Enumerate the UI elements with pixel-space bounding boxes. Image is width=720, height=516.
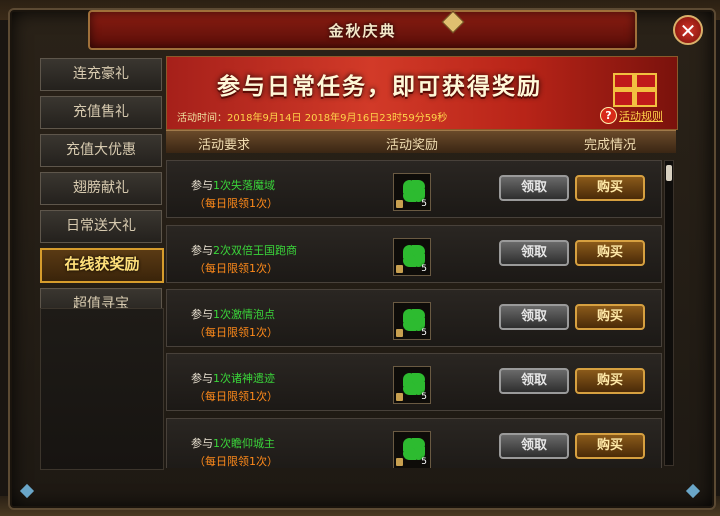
- header-requirement: 活动要求: [198, 138, 251, 153]
- lock-icon: [396, 329, 403, 337]
- table-row: 参与1次激情泡点 （每日限领1次） 5 领取 购买: [166, 289, 662, 347]
- sidebar-item-wing-gift[interactable]: 翅膀献礼: [40, 172, 162, 205]
- buy-button[interactable]: 购买: [575, 175, 645, 201]
- sidebar-item-recharge-sale[interactable]: 充值售礼: [40, 96, 162, 129]
- claim-button[interactable]: 领取: [499, 433, 569, 459]
- window-title: 金秋庆典: [328, 22, 397, 40]
- event-time-value: 2018年9月14日 2018年9月16日23时59分59秒: [227, 113, 448, 124]
- task-list-scrollbar[interactable]: [664, 160, 674, 466]
- lock-icon: [396, 200, 403, 208]
- reward-item-slot[interactable]: 5: [393, 173, 431, 211]
- close-icon: ✕: [679, 19, 697, 43]
- window-title-bar: 金秋庆典: [88, 10, 637, 50]
- task-limit: （每日限领1次）: [194, 197, 278, 210]
- sidebar-item-recharge-discount[interactable]: 充值大优惠: [40, 134, 162, 167]
- table-row: 参与2次双倍王国跑商 （每日限领1次） 5 领取 购买: [166, 225, 662, 283]
- task-name: 1次诸神遗迹: [213, 372, 275, 385]
- task-list: 参与1次失落魔域 （每日限领1次） 5 领取 购买 参与2次双倍王国跑商 （每日…: [166, 156, 662, 468]
- task-limit: （每日限领1次）: [194, 455, 278, 468]
- table-row: 参与1次诸神遗迹 （每日限领1次） 5 领取 购买: [166, 353, 662, 411]
- task-limit: （每日限领1次）: [194, 262, 278, 275]
- sidebar-item-online-reward[interactable]: 在线获奖励: [40, 248, 164, 283]
- reward-count: 5: [421, 199, 427, 209]
- task-limit: （每日限领1次）: [194, 326, 278, 339]
- buy-button[interactable]: 购买: [575, 368, 645, 394]
- task-prefix: 参与: [191, 308, 213, 321]
- lock-icon: [396, 265, 403, 273]
- sidebar-item-recharge-gift[interactable]: 连充豪礼: [40, 58, 162, 91]
- reward-count: 5: [421, 457, 427, 467]
- gift-box-icon: [613, 73, 657, 107]
- claim-button[interactable]: 领取: [499, 368, 569, 394]
- sidebar: 连充豪礼 充值售礼 充值大优惠 翅膀献礼 日常送大礼 在线获奖励 超值寻宝: [40, 58, 164, 326]
- banner-headline: 参与日常任务，即可获得奖励: [217, 74, 542, 100]
- table-header: 活动要求 活动奖励 完成情况: [166, 130, 676, 153]
- help-icon[interactable]: ?: [600, 107, 617, 124]
- table-row: 参与1次瞻仰城主 （每日限领1次） 5 领取 购买: [166, 418, 662, 468]
- claim-button[interactable]: 领取: [499, 304, 569, 330]
- buy-button[interactable]: 购买: [575, 433, 645, 459]
- task-description: 参与1次激情泡点: [191, 306, 275, 322]
- task-name: 1次激情泡点: [213, 308, 275, 321]
- task-limit: （每日限领1次）: [194, 390, 278, 403]
- sidebar-item-daily-gift[interactable]: 日常送大礼: [40, 210, 162, 243]
- buy-button[interactable]: 购买: [575, 240, 645, 266]
- buy-button[interactable]: 购买: [575, 304, 645, 330]
- lock-icon: [396, 393, 403, 401]
- reward-item-slot[interactable]: 5: [393, 302, 431, 340]
- task-prefix: 参与: [191, 179, 213, 192]
- task-name: 2次双倍王国跑商: [213, 244, 297, 257]
- task-description: 参与2次双倍王国跑商: [191, 242, 297, 258]
- sidebar-empty-panel: [40, 308, 164, 470]
- task-name: 1次失落魔域: [213, 179, 275, 192]
- task-prefix: 参与: [191, 244, 213, 257]
- header-status: 完成情况: [584, 138, 637, 153]
- scrollbar-thumb[interactable]: [666, 165, 672, 181]
- task-prefix: 参与: [191, 437, 213, 450]
- claim-button[interactable]: 领取: [499, 240, 569, 266]
- task-description: 参与1次瞻仰城主: [191, 435, 275, 451]
- reward-count: 5: [421, 328, 427, 338]
- header-reward: 活动奖励: [386, 138, 439, 153]
- claim-button[interactable]: 领取: [499, 175, 569, 201]
- reward-item-slot[interactable]: 5: [393, 431, 431, 468]
- task-description: 参与1次诸神遗迹: [191, 370, 275, 386]
- task-name: 1次瞻仰城主: [213, 437, 275, 450]
- reward-item-slot[interactable]: 5: [393, 366, 431, 404]
- reward-count: 5: [421, 392, 427, 402]
- event-rules-link[interactable]: 活动规则: [619, 108, 663, 124]
- event-time-label: 活动时间：: [177, 113, 227, 124]
- task-description: 参与1次失落魔域: [191, 177, 275, 193]
- event-time: 活动时间：2018年9月14日 2018年9月16日23时59分59秒: [177, 109, 447, 124]
- reward-count: 5: [421, 264, 427, 274]
- task-prefix: 参与: [191, 372, 213, 385]
- reward-item-slot[interactable]: 5: [393, 238, 431, 276]
- table-row: 参与1次失落魔域 （每日限领1次） 5 领取 购买: [166, 160, 662, 218]
- lock-icon: [396, 458, 403, 466]
- event-banner: 参与日常任务，即可获得奖励 活动时间：2018年9月14日 2018年9月16日…: [166, 56, 678, 130]
- close-button[interactable]: ✕: [673, 15, 703, 45]
